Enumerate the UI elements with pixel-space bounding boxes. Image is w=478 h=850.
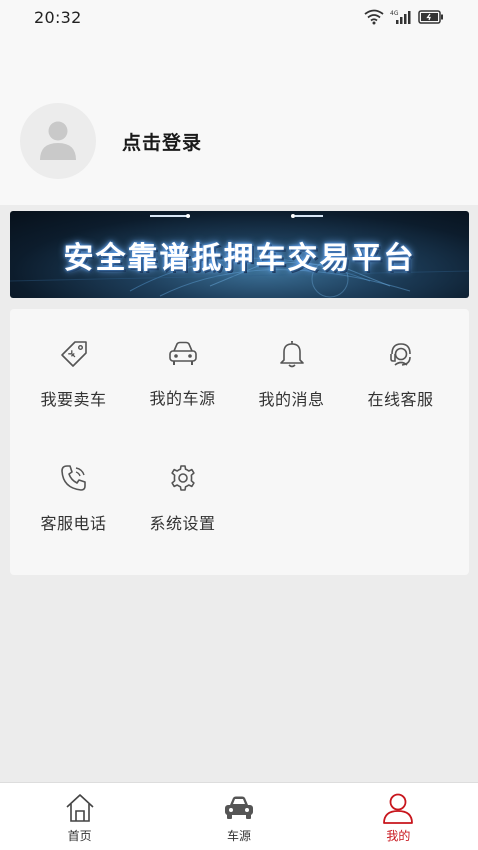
- status-bar: 20:32 4G: [0, 0, 478, 34]
- nav-label: 我的: [386, 829, 411, 843]
- wifi-icon: [364, 9, 384, 25]
- bell-icon: [276, 339, 308, 369]
- menu-label: 客服电话: [40, 514, 107, 533]
- battery-icon: [418, 10, 444, 24]
- menu-label: 在线客服: [367, 390, 434, 409]
- banner-title: 安全靠谱抵押车交易平台: [63, 240, 416, 276]
- home-icon: [63, 791, 97, 825]
- menu-item-my-messages[interactable]: 我的消息: [237, 309, 346, 409]
- nav-label: 车源: [226, 829, 251, 843]
- status-icons: 4G: [364, 9, 444, 25]
- avatar[interactable]: [20, 103, 96, 179]
- login-entry[interactable]: 点击登录: [20, 103, 202, 179]
- menu-item-service-phone[interactable]: 客服电话: [19, 433, 128, 533]
- my-page-screen: 20:32 4G 点击登录 安全靠谱抵押车交易平台 我要卖车 我的车源 我的消息…: [0, 0, 478, 850]
- nav-item-home[interactable]: 首页: [0, 783, 159, 850]
- nav-item-mine[interactable]: 我的: [319, 783, 478, 850]
- menu-item-online-service[interactable]: 在线客服: [346, 309, 455, 409]
- svg-text:4G: 4G: [390, 10, 399, 17]
- customer-service-icon: [385, 339, 417, 369]
- nav-item-cars[interactable]: 车源: [159, 783, 318, 850]
- status-time: 20:32: [34, 7, 82, 27]
- 4g-signal-icon: 4G: [390, 9, 412, 25]
- profile-header: 20:32 4G 点击登录: [0, 0, 478, 205]
- car-icon: [167, 339, 199, 368]
- menu-item-my-cars[interactable]: 我的车源: [128, 309, 237, 409]
- price-tag-icon: [58, 339, 90, 369]
- car-icon: [222, 791, 256, 825]
- menu-label: 我的车源: [149, 389, 216, 408]
- nav-label: 首页: [67, 829, 92, 843]
- menu-label: 我要卖车: [40, 390, 107, 409]
- menu-label: 我的消息: [258, 390, 325, 409]
- menu-item-sell-car[interactable]: 我要卖车: [19, 309, 128, 409]
- promo-banner[interactable]: 安全靠谱抵押车交易平台: [10, 211, 469, 298]
- user-placeholder-icon: [35, 116, 81, 166]
- phone-icon: [58, 463, 90, 493]
- menu-label: 系统设置: [149, 514, 216, 533]
- login-label[interactable]: 点击登录: [122, 128, 202, 155]
- function-grid: 我要卖车 我的车源 我的消息 在线客服 客服电话 系统设置: [10, 309, 469, 575]
- user-icon: [381, 791, 415, 825]
- menu-item-settings[interactable]: 系统设置: [128, 433, 237, 533]
- gear-icon: [167, 463, 199, 493]
- bottom-nav: 首页 车源 我的: [0, 782, 478, 850]
